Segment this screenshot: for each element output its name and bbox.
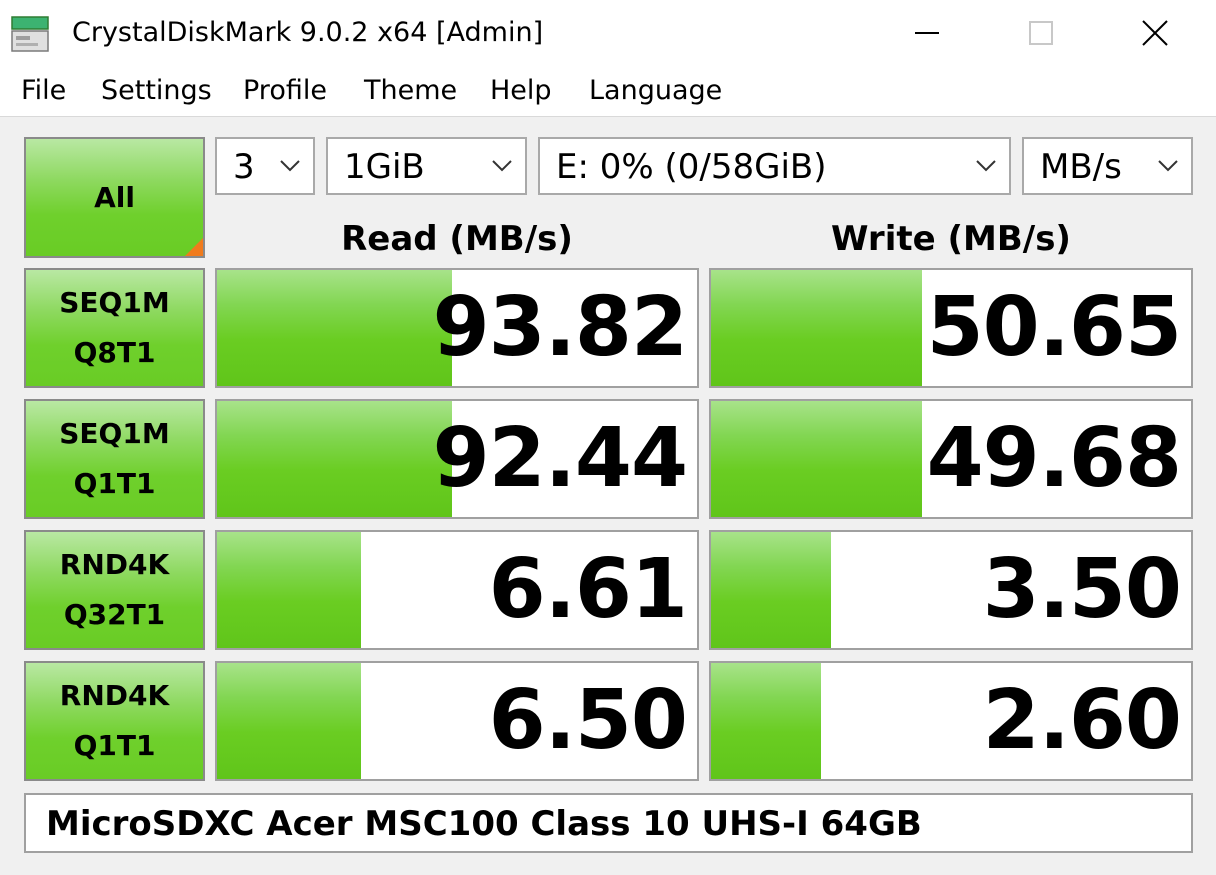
close-button[interactable]	[1098, 0, 1212, 66]
test-count-value: 3	[233, 147, 255, 187]
read-result-value: 6.50	[488, 673, 688, 768]
read-result-cell: 93.82	[215, 268, 699, 388]
menu-language[interactable]: Language	[589, 74, 722, 108]
test-size-value: 1GiB	[344, 147, 425, 187]
read-result-cell: 6.61	[215, 530, 699, 650]
run-all-button[interactable]: All	[24, 137, 205, 258]
menu-settings[interactable]: Settings	[101, 74, 212, 108]
write-result-bar	[711, 401, 923, 517]
test-count-select[interactable]: 3	[215, 137, 315, 195]
chevron-down-icon	[492, 160, 512, 172]
test-name-line2: Q1T1	[73, 729, 156, 762]
crystaldiskmark-app-icon	[11, 16, 49, 52]
maximize-icon	[1029, 21, 1053, 45]
test-seq1m-q1t1-button[interactable]: SEQ1M Q1T1	[24, 399, 205, 519]
test-name-line2: Q32T1	[63, 598, 166, 631]
menu-profile[interactable]: Profile	[243, 74, 327, 108]
drive-select[interactable]: E: 0% (0/58GiB)	[538, 137, 1011, 195]
close-icon	[1142, 20, 1168, 46]
read-result-bar	[217, 663, 361, 779]
unit-value: MB/s	[1040, 147, 1122, 187]
comment-text: MicroSDXC Acer MSC100 Class 10 UHS-I 64G…	[46, 804, 922, 844]
chevron-down-icon	[976, 160, 996, 172]
write-result-bar	[711, 270, 923, 386]
test-rnd4k-q32t1-button[interactable]: RND4K Q32T1	[24, 530, 205, 650]
test-name-line1: RND4K	[59, 548, 170, 581]
menu-theme[interactable]: Theme	[364, 74, 457, 108]
menu-help[interactable]: Help	[490, 74, 552, 108]
minimize-icon	[915, 32, 939, 34]
write-result-bar	[711, 663, 822, 779]
unit-select[interactable]: MB/s	[1022, 137, 1193, 195]
test-name-line1: SEQ1M	[59, 417, 170, 450]
write-result-cell: 3.50	[709, 530, 1193, 650]
read-result-value: 6.61	[488, 542, 688, 637]
chevron-down-icon	[1158, 160, 1178, 172]
read-result-bar	[217, 532, 361, 648]
read-result-value: 92.44	[432, 411, 688, 506]
test-seq1m-q8t1-button[interactable]: SEQ1M Q8T1	[24, 268, 205, 388]
test-rnd4k-q1t1-button[interactable]: RND4K Q1T1	[24, 661, 205, 781]
read-result-bar	[217, 270, 453, 386]
drive-value: E: 0% (0/58GiB)	[556, 147, 827, 187]
chevron-down-icon	[280, 160, 300, 172]
test-name-line2: Q8T1	[73, 336, 156, 369]
write-result-cell: 2.60	[709, 661, 1193, 781]
menu-bar: File Settings Profile Theme Help Languag…	[0, 66, 1216, 116]
write-result-value: 49.68	[926, 411, 1182, 506]
write-result-cell: 50.65	[709, 268, 1193, 388]
test-name-line1: RND4K	[59, 679, 170, 712]
corner-marker	[185, 238, 203, 256]
window-title: CrystalDiskMark 9.0.2 x64 [Admin]	[72, 17, 544, 48]
test-size-select[interactable]: 1GiB	[326, 137, 527, 195]
minimize-button[interactable]	[870, 0, 984, 66]
write-result-cell: 49.68	[709, 399, 1193, 519]
menu-file[interactable]: File	[21, 74, 66, 108]
run-all-label: All	[94, 181, 135, 214]
read-result-cell: 92.44	[215, 399, 699, 519]
write-result-value: 3.50	[982, 542, 1182, 637]
write-result-value: 50.65	[926, 280, 1182, 375]
write-result-value: 2.60	[982, 673, 1182, 768]
test-name-line2: Q1T1	[73, 467, 156, 500]
comment-field[interactable]: MicroSDXC Acer MSC100 Class 10 UHS-I 64G…	[24, 793, 1193, 853]
write-result-bar	[711, 532, 831, 648]
read-column-header: Read (MB/s)	[341, 219, 573, 259]
read-result-bar	[217, 401, 453, 517]
write-column-header: Write (MB/s)	[831, 219, 1071, 259]
title-bar: CrystalDiskMark 9.0.2 x64 [Admin]	[0, 0, 1216, 66]
maximize-button[interactable]	[984, 0, 1098, 66]
read-result-value: 93.82	[432, 280, 688, 375]
test-name-line1: SEQ1M	[59, 286, 170, 319]
read-result-cell: 6.50	[215, 661, 699, 781]
